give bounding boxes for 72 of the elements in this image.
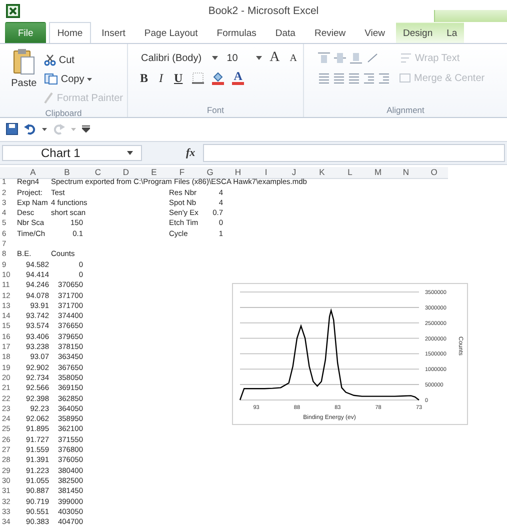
ribbon-tab[interactable]: Formulas (208, 22, 264, 43)
clipboard-icon (12, 48, 35, 76)
decrease-indent-icon (363, 72, 375, 84)
ribbon-tab[interactable]: View (356, 22, 394, 43)
font-name-field[interactable]: Calibri (Body) (138, 50, 206, 66)
paint-bucket-icon (210, 71, 225, 85)
undo-icon (24, 123, 36, 135)
column-header[interactable]: A (16, 167, 50, 179)
column-header[interactable]: D (112, 167, 140, 179)
column-header[interactable]: I (252, 167, 280, 179)
align-top-icon (318, 52, 330, 64)
column-header[interactable]: B (50, 167, 84, 179)
window-title: Book2 - Microsoft Excel (208, 5, 319, 17)
ribbon-tab[interactable]: Data (267, 22, 304, 43)
paste-button[interactable]: Paste (4, 48, 44, 106)
orientation-icon (366, 52, 380, 64)
caret-icon (127, 151, 133, 155)
increase-indent-icon (378, 72, 390, 84)
ribbon-tab[interactable]: Review (306, 22, 354, 43)
caret-icon (256, 56, 262, 60)
column-header[interactable]: N (392, 167, 420, 179)
underline-button[interactable]: U (172, 70, 185, 86)
caret-icon (71, 128, 76, 130)
caret-icon (42, 128, 47, 130)
shrink-font-button[interactable]: A (288, 52, 300, 64)
ribbon-tab[interactable]: Home (49, 22, 91, 43)
save-icon (6, 123, 18, 135)
caret-icon (87, 78, 92, 80)
group-label: Alignment (386, 104, 426, 117)
ribbon-tab[interactable]: Insert (94, 22, 134, 43)
copy-button[interactable]: Copy (44, 71, 123, 87)
group-label: Clipboard (44, 107, 83, 120)
align-right-icon (348, 72, 360, 84)
select-all-button[interactable] (0, 167, 16, 179)
border-icon (192, 72, 204, 84)
column-header[interactable]: O (420, 167, 448, 179)
column-header[interactable]: K (308, 167, 336, 179)
column-header[interactable]: E (140, 167, 168, 179)
customize-toolbar-icon (82, 125, 90, 133)
caret-icon (212, 56, 218, 60)
name-box-value: Chart 1 (41, 146, 80, 160)
wrap-text-icon (400, 52, 412, 64)
column-header[interactable]: C (84, 167, 112, 179)
align-left-icon (318, 72, 330, 84)
ribbon-tab[interactable]: Page Layout (136, 22, 206, 43)
column-header[interactable]: G (196, 167, 224, 179)
bold-button[interactable]: B (138, 70, 150, 86)
column-header[interactable]: F (168, 167, 196, 179)
column-header[interactable]: L (336, 167, 364, 179)
column-header[interactable]: J (280, 167, 308, 179)
brush-icon (44, 92, 54, 104)
merge-icon (399, 72, 411, 84)
group-label: Font (206, 104, 225, 117)
ribbon-tab[interactable]: La (440, 22, 464, 43)
grow-font-button[interactable]: A (268, 50, 282, 66)
insert-function-button[interactable]: fx (186, 147, 196, 159)
font-size-field[interactable]: 10 (224, 50, 250, 66)
column-header[interactable]: H (224, 167, 252, 179)
scissors-icon (44, 54, 56, 66)
align-bottom-icon (350, 52, 362, 64)
excel-logo-icon (6, 4, 20, 18)
italic-button[interactable]: I (157, 70, 166, 86)
font-color-button[interactable]: A (232, 71, 244, 85)
formula-field[interactable] (203, 144, 505, 162)
cut-button[interactable]: Cut (44, 52, 123, 68)
align-middle-icon (334, 52, 346, 64)
copy-icon (44, 73, 58, 85)
center-icon (333, 72, 345, 84)
name-box[interactable]: Chart 1 (2, 145, 142, 161)
ribbon-tab[interactable]: File (5, 22, 46, 43)
column-header[interactable]: M (364, 167, 392, 179)
ribbon-tab[interactable]: Design (396, 22, 440, 43)
